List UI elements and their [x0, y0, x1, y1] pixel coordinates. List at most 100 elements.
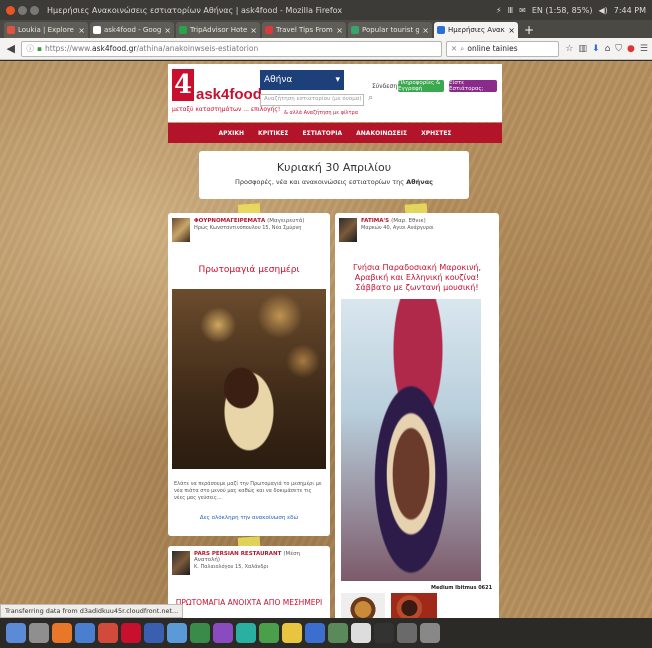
- tab-close-icon[interactable]: ×: [336, 26, 343, 35]
- restaurant-thumbnail[interactable]: [339, 218, 357, 242]
- owner-button[interactable]: Είστε Εστιάτορας;: [449, 80, 497, 92]
- menu-icon[interactable]: ☰: [640, 44, 648, 54]
- site-search-input[interactable]: Αναζήτηση εστιατορίου (με όνομα): [260, 94, 364, 106]
- url-host: ask4food.gr: [92, 44, 137, 53]
- url-text[interactable]: https://www.ask4food.gr/athina/anakoinws…: [45, 44, 437, 53]
- addon-icon[interactable]: ●: [627, 44, 635, 54]
- maximize-window-button[interactable]: [30, 5, 39, 15]
- launcher-app-icon[interactable]: [282, 623, 302, 643]
- launcher-app-icon[interactable]: [351, 623, 371, 643]
- launcher-app-icon[interactable]: [305, 623, 325, 643]
- launcher-app-icon[interactable]: [121, 623, 141, 643]
- clear-search-icon[interactable]: ✕: [451, 44, 457, 53]
- tray-item-battery[interactable]: EN (1:58, 85%): [532, 6, 593, 15]
- search-icon[interactable]: ⌕: [368, 93, 373, 103]
- bookmark-star-icon[interactable]: ☆: [565, 44, 573, 54]
- search-engine-icon: ⌕: [460, 43, 465, 53]
- read-more-link[interactable]: Δες ολόκληρη την ανακοίνωση εδώ: [168, 515, 330, 521]
- restaurant-thumbnail[interactable]: [172, 551, 190, 575]
- tray-item-mail-icon[interactable]: ✉: [519, 6, 526, 15]
- announcement-photo[interactable]: [172, 289, 326, 469]
- browser-tab[interactable]: TripAdvisor Hotels ...×: [176, 22, 260, 38]
- gallery-thumbnail[interactable]: [341, 593, 385, 618]
- menu-item-reviews[interactable]: ΚΡΙΤΙΚΕΣ: [258, 130, 288, 137]
- logo-tagline: μεταξύ καταστημάτων ... επιλογής!: [172, 106, 281, 113]
- logo-mark[interactable]: 4: [172, 69, 194, 101]
- menu-item-restaurants[interactable]: ΕΣΤΙΑΤΟΡΙΑ: [303, 130, 343, 137]
- launcher-app-icon[interactable]: [144, 623, 164, 643]
- date-subtitle: Προσφορές, νέα και ανακοινώσεις εστιατορ…: [199, 178, 469, 186]
- url-prefix: https://www.: [45, 44, 92, 53]
- launcher-app-icon[interactable]: [236, 623, 256, 643]
- page-viewport: 4 ask4food μεταξύ καταστημάτων ... επιλο…: [0, 61, 652, 618]
- restaurant-name[interactable]: PARS PERSIAN RESTAURANT (Μέση Ανατολή): [194, 551, 326, 563]
- url-path: /athina/anakoinwseis-estiatorion: [136, 44, 259, 53]
- tab-close-icon[interactable]: ×: [164, 26, 171, 35]
- gallery-thumbnail[interactable]: [391, 593, 437, 618]
- launcher-app-icon[interactable]: [52, 623, 72, 643]
- launcher-app-icon[interactable]: [259, 623, 279, 643]
- tray-item-indicator-icon[interactable]: Ⅲ: [508, 6, 514, 15]
- browser-tab[interactable]: Loukia | Explore At...×: [4, 22, 88, 38]
- minimize-window-button[interactable]: [18, 5, 27, 15]
- browser-tab-active[interactable]: Ημερήσιες Ανακοιν...×: [434, 22, 518, 38]
- restaurant-address: Κ. Παλαιολόγου 15, Χαλάνδρι: [194, 564, 269, 570]
- register-button[interactable]: Πληροφορίες & Εγγραφή: [398, 80, 444, 92]
- chevron-down-icon: ▾: [335, 75, 340, 85]
- tab-close-icon[interactable]: ×: [78, 26, 85, 35]
- launcher-app-icon[interactable]: [213, 623, 233, 643]
- tray-item-power-icon[interactable]: ⚡: [496, 6, 502, 15]
- launcher-app-icon[interactable]: [328, 623, 348, 643]
- launcher-app-icon[interactable]: [6, 623, 26, 643]
- login-link[interactable]: Σύνδεση: [372, 83, 397, 90]
- new-tab-button[interactable]: +: [520, 22, 538, 38]
- launcher-app-icon[interactable]: [75, 623, 95, 643]
- tab-close-icon[interactable]: ×: [508, 26, 515, 35]
- tab-close-icon[interactable]: ×: [422, 26, 429, 35]
- home-icon[interactable]: ⌂: [605, 44, 611, 54]
- back-icon[interactable]: ◀: [4, 42, 17, 55]
- system-tray: ⚡ Ⅲ ✉ EN (1:58, 85%) ◀) 7:44 PM: [496, 6, 646, 15]
- search-bar[interactable]: ✕ ⌕ online tainies: [445, 40, 560, 57]
- city-select[interactable]: Αθήνα ▾: [260, 70, 344, 90]
- restaurant-name[interactable]: ΦΟΥΡΝΟΜΑΓΕΙΡΕΜΑΤΑ (Μαγειρευτά): [194, 218, 304, 224]
- launcher-app-icon[interactable]: [190, 623, 210, 643]
- restaurant-thumbnail[interactable]: [172, 218, 190, 242]
- browser-tab-strip: Loukia | Explore At...× ask4food - Googl…: [0, 20, 652, 38]
- close-window-button[interactable]: [6, 5, 15, 15]
- launcher-app-icon[interactable]: [397, 623, 417, 643]
- launcher-app-icon[interactable]: [374, 623, 394, 643]
- library-icon[interactable]: ▥: [579, 44, 588, 54]
- shield-icon[interactable]: ⛉: [615, 44, 622, 54]
- tray-item-volume-icon[interactable]: ◀): [598, 6, 607, 15]
- announcement-photo[interactable]: [341, 299, 481, 581]
- menu-item-announcements[interactable]: ΑΝΑΚΟΙΝΩΣΕΙΣ: [356, 130, 407, 137]
- logo-text[interactable]: ask4food: [196, 86, 262, 103]
- browser-tab[interactable]: ask4food - Google S...×: [90, 22, 174, 38]
- launcher-app-icon[interactable]: [29, 623, 49, 643]
- launcher-app-icon[interactable]: [420, 623, 440, 643]
- launcher-app-icon[interactable]: [98, 623, 118, 643]
- restaurant-address: Μαρκών 40, Αγιοι Ανάργυροι: [361, 225, 434, 231]
- tab-favicon-icon: [437, 26, 445, 34]
- menu-item-home[interactable]: ΑΡΧΙΚΗ: [218, 130, 244, 137]
- browser-tab[interactable]: Travel Tips From Re...×: [262, 22, 346, 38]
- advanced-search-link[interactable]: & αλλά Αναζήτηση με φίλτρα: [284, 110, 358, 116]
- navigation-bar: ◀ ⓘ ▪ https://www.ask4food.gr/athina/ana…: [0, 38, 652, 60]
- announcement-card: ΦΟΥΡΝΟΜΑΓΕΙΡΕΜΑΤΑ (Μαγειρευτά) Ηρώς Κωνσ…: [168, 213, 330, 536]
- tray-item-clock[interactable]: 7:44 PM: [614, 6, 646, 15]
- restaurant-name[interactable]: FATIMA'S (Μαρ. Εθνικ): [361, 218, 434, 224]
- date-subtitle-text: Προσφορές, νέα και ανακοινώσεις εστιατορ…: [234, 178, 405, 186]
- tab-close-icon[interactable]: ×: [250, 26, 257, 35]
- browser-tab[interactable]: Popular tourist gui...×: [348, 22, 432, 38]
- tab-label: TripAdvisor Hotels ...: [190, 26, 248, 34]
- announcement-card: PARS PERSIAN RESTAURANT (Μέση Ανατολή) Κ…: [168, 546, 330, 618]
- download-icon[interactable]: ⬇: [592, 44, 600, 54]
- restaurant-type: (Μαγειρευτά): [267, 218, 305, 224]
- date-title: Κυριακή 30 Απριλίου: [276, 161, 392, 174]
- url-bar[interactable]: ⓘ ▪ https://www.ask4food.gr/athina/anako…: [21, 40, 442, 57]
- launcher-app-icon[interactable]: [167, 623, 187, 643]
- menu-item-users[interactable]: ΧΡΗΣΤΕΣ: [421, 130, 451, 137]
- site-info-icon[interactable]: ⓘ: [26, 43, 34, 54]
- desktop-launcher: [0, 618, 652, 648]
